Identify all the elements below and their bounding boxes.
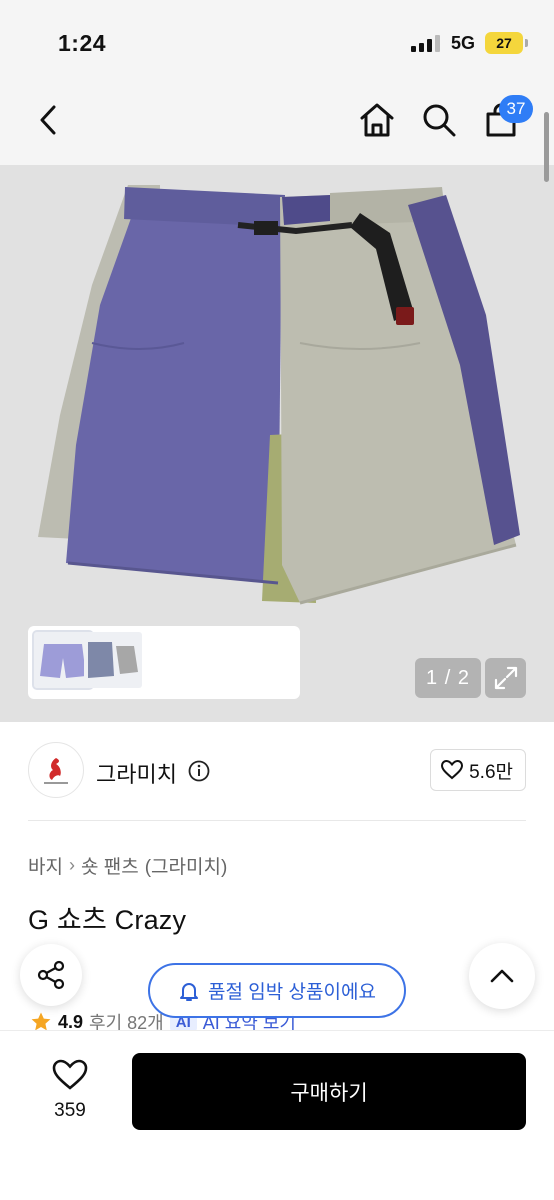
search-button[interactable]: [417, 98, 461, 142]
status-bar: 1:24 5G 27: [0, 0, 554, 90]
brand-like-count: 5.6만: [469, 761, 513, 783]
info-icon[interactable]: [188, 760, 210, 782]
back-arrow-icon: [40, 105, 56, 135]
buy-button[interactable]: 구매하기: [132, 1053, 526, 1130]
brand-logo-mark: [44, 758, 68, 784]
brand-row: 그라미치 5.6만: [28, 742, 526, 800]
share-icon: [37, 960, 65, 990]
battery-icon: 27: [485, 32, 523, 54]
signal-icon: [411, 35, 441, 52]
cart-count-badge: 37: [499, 95, 533, 123]
wishlist-count: 359: [54, 1100, 86, 1121]
bell-icon: [180, 982, 199, 1001]
product-image: [38, 185, 520, 605]
image-counter: 1 / 2: [415, 658, 481, 698]
soldout-notice-text: 품절 임박 상품이에요: [208, 982, 376, 1003]
bottom-action-bar: 359 구매하기: [0, 1030, 554, 1200]
divider: [28, 820, 526, 821]
breadcrumb-subcategory[interactable]: 숏 팬츠: [81, 852, 139, 879]
heart-icon: [441, 760, 464, 780]
thumbnail-image: [88, 642, 138, 678]
brand-name[interactable]: 그라미치: [96, 757, 177, 789]
brand-like-button[interactable]: 5.6만: [430, 749, 526, 791]
scroll-to-top-button[interactable]: [469, 943, 535, 1009]
wishlist-button[interactable]: 359: [40, 1059, 100, 1122]
search-icon: [423, 104, 456, 137]
home-icon: [360, 103, 394, 137]
back-button[interactable]: [27, 98, 71, 142]
heart-icon: [52, 1059, 88, 1090]
thumbnail-strip: [28, 626, 300, 699]
product-title: G 쇼츠 Crazy: [28, 905, 187, 935]
expand-image-button[interactable]: [485, 658, 526, 698]
network-label: 5G: [451, 33, 476, 53]
thumbnail-2[interactable]: [84, 632, 142, 688]
battery-tip: [525, 39, 528, 47]
chevron-right-icon: ›: [68, 855, 75, 875]
battery-level: 27: [496, 35, 512, 51]
expand-icon: [494, 666, 517, 690]
status-time: 1:24: [58, 30, 107, 56]
breadcrumb-category[interactable]: 바지: [28, 852, 63, 879]
breadcrumb: 바지 › 숏 팬츠 (그라미치): [28, 852, 227, 879]
share-button[interactable]: [20, 944, 82, 1006]
product-image-gallery[interactable]: 1 / 2: [0, 165, 554, 722]
chevron-up-icon: [490, 969, 514, 983]
brand-logo[interactable]: [28, 742, 84, 798]
scrollbar[interactable]: [544, 112, 549, 182]
top-nav-bar: [0, 90, 554, 165]
breadcrumb-brand[interactable]: (그라미치): [145, 852, 228, 879]
soldout-notice-button[interactable]: 품절 임박 상품이에요: [148, 963, 406, 1018]
home-button[interactable]: [355, 98, 399, 142]
